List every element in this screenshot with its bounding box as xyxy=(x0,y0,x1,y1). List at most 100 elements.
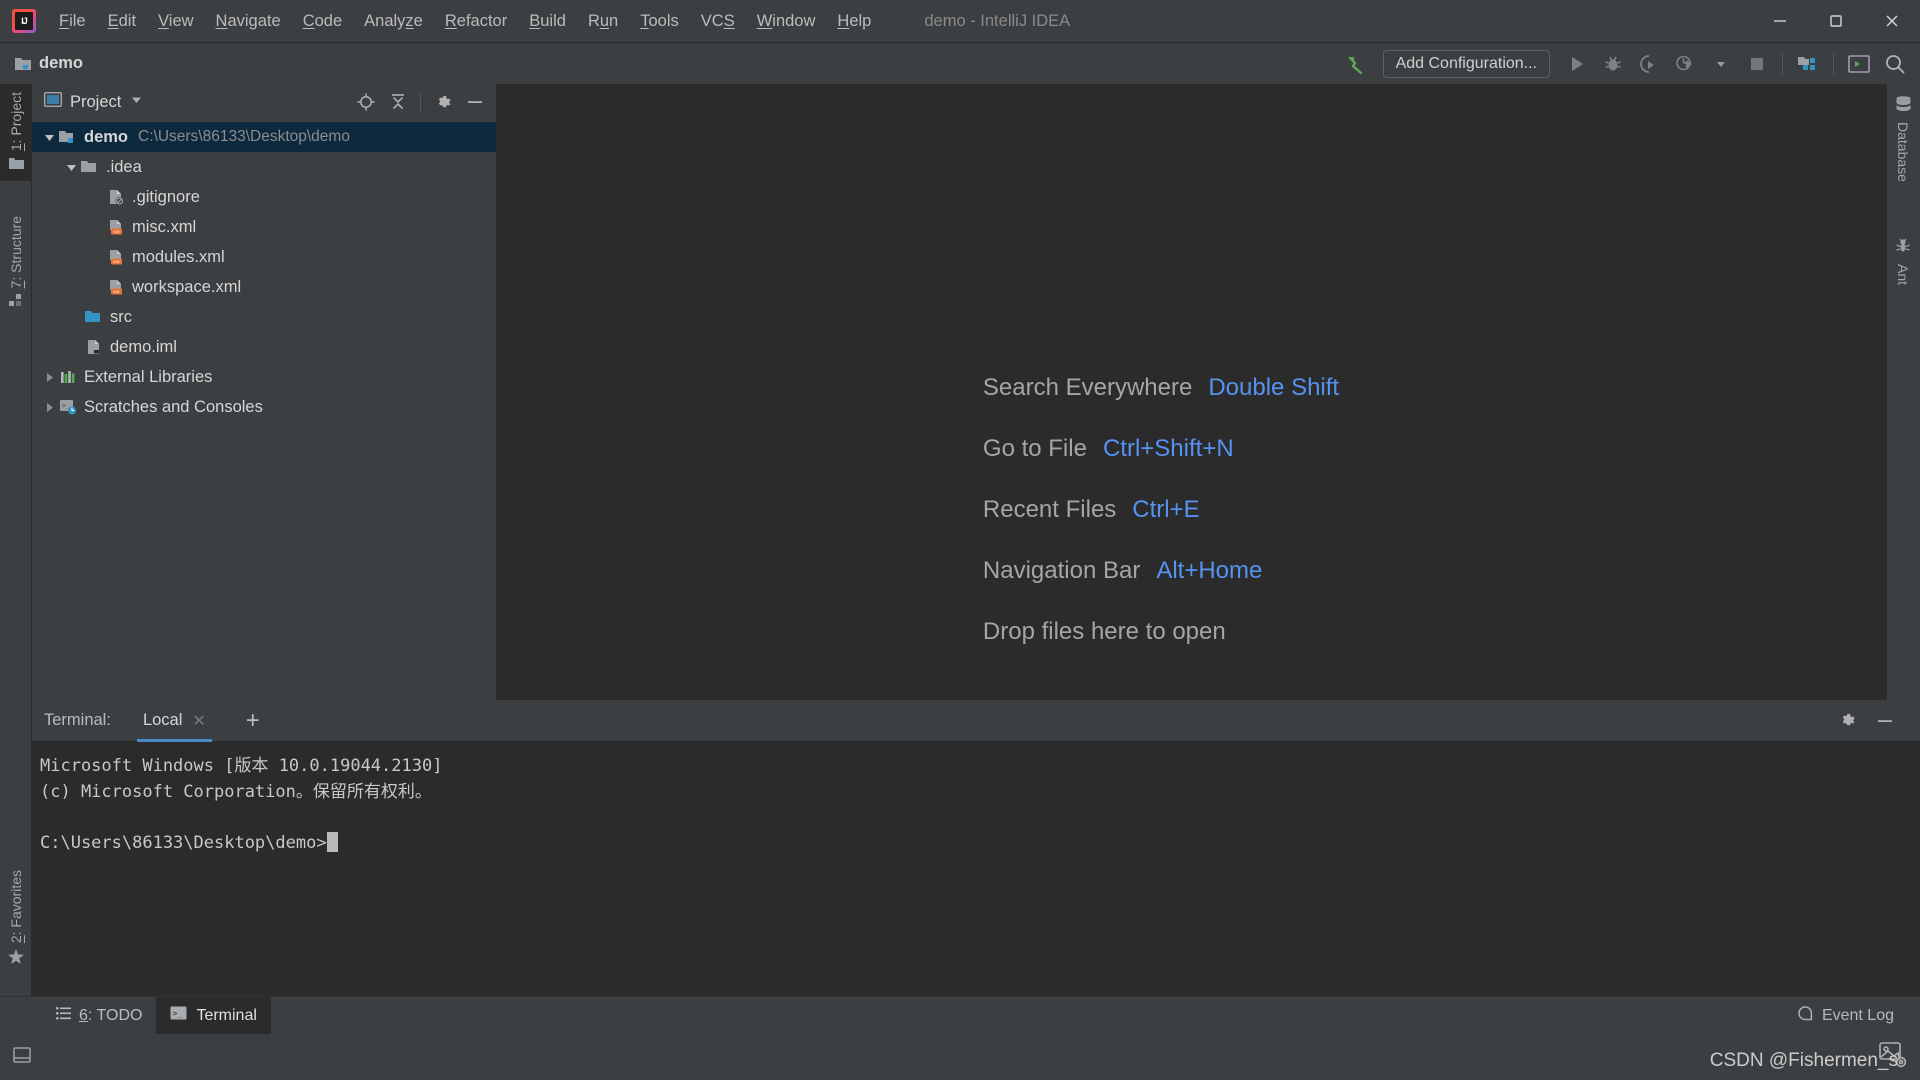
chevron-down-icon[interactable] xyxy=(130,93,143,111)
profile-icon[interactable] xyxy=(1668,47,1702,81)
menu-item-navigate[interactable]: Navigate xyxy=(205,8,292,35)
run-play-icon[interactable] xyxy=(1560,47,1594,81)
status-tab-terminal[interactable]: >_ Terminal xyxy=(156,996,271,1035)
debug-bug-icon[interactable] xyxy=(1596,47,1630,81)
welcome-label: Go to File xyxy=(982,435,1087,462)
tree-node-idea[interactable]: .idea xyxy=(32,152,496,182)
menu-item-code[interactable]: Code xyxy=(292,8,353,35)
welcome-label: Navigation Bar xyxy=(982,557,1141,584)
menu-item-analyze[interactable]: Analyze xyxy=(353,8,434,35)
run-with-coverage-icon[interactable] xyxy=(1632,47,1666,81)
twisty-right-icon[interactable] xyxy=(40,372,58,383)
welcome-shortcut-key: Ctrl+E xyxy=(1132,496,1200,523)
chevron-down-icon[interactable] xyxy=(1704,47,1738,81)
welcome-row-recent-files: Recent Files Ctrl+E xyxy=(983,496,1339,524)
plus-icon[interactable]: + xyxy=(238,708,268,733)
menu-item-view[interactable]: View xyxy=(147,8,204,35)
project-structure-icon[interactable] xyxy=(1791,47,1825,81)
welcome-label: Recent Files xyxy=(982,496,1117,523)
scratches-icon: >_ xyxy=(58,399,78,415)
layout-toggle-icon[interactable] xyxy=(12,1045,32,1070)
tree-node-external-libraries[interactable]: External Libraries xyxy=(32,362,496,392)
gear-icon[interactable] xyxy=(428,88,458,116)
gear-icon[interactable] xyxy=(1830,706,1864,736)
maximize-icon[interactable] xyxy=(1808,0,1864,42)
terminal-icon: >_ xyxy=(170,1006,188,1026)
tree-node-workspace-xml[interactable]: <> workspace.xml xyxy=(32,272,496,302)
source-folder-icon xyxy=(84,310,104,325)
xml-file-icon: <> xyxy=(106,279,126,296)
sidebar-item-project[interactable]: 1: Project xyxy=(0,84,32,182)
status-tab-todo[interactable]: 6: TODO xyxy=(42,997,156,1035)
search-icon[interactable] xyxy=(1878,47,1912,81)
tree-node-modules-xml[interactable]: <> modules.xml xyxy=(32,242,496,272)
add-configuration-button[interactable]: Add Configuration... xyxy=(1382,50,1550,78)
left-tool-window-bar: 1: Project 7: Structure 2: Favorites xyxy=(0,84,32,1044)
terminal-prompt-line: C:\Users\86133\Desktop\demo> xyxy=(40,831,1920,857)
editor-welcome-area: Search Everywhere Double Shift Go to Fil… xyxy=(496,84,1886,700)
sidebar-item-structure[interactable]: 7: Structure xyxy=(0,208,32,318)
hide-minimize-icon[interactable] xyxy=(1868,706,1902,736)
svg-text:<>: <> xyxy=(113,259,120,265)
svg-text:>_: >_ xyxy=(62,401,70,409)
build-hammer-icon[interactable] xyxy=(1339,47,1373,81)
project-panel-header: Project xyxy=(32,84,496,120)
tree-node-demo[interactable]: demo C:\Users\86133\Desktop\demo xyxy=(32,122,496,152)
menu-item-tools[interactable]: Tools xyxy=(629,8,690,35)
tree-node-label: modules.xml xyxy=(132,247,225,266)
tree-node-label: workspace.xml xyxy=(132,277,242,296)
hide-minimize-icon[interactable] xyxy=(460,88,490,116)
locate-target-icon[interactable] xyxy=(351,88,381,116)
menu-item-edit[interactable]: Edit xyxy=(97,8,147,35)
welcome-shortcut-key: Alt+Home xyxy=(1156,557,1263,584)
menu-item-vcs[interactable]: VCS xyxy=(690,8,746,35)
window-title: demo - IntelliJ IDEA xyxy=(924,11,1071,30)
event-log-icon xyxy=(1797,1005,1814,1027)
main-toolbar: demo Add Configuration... xyxy=(0,42,1920,84)
tree-node-label: src xyxy=(110,307,132,326)
terminal-tab-local[interactable]: Local ✕ xyxy=(133,700,216,742)
intellij-idea-window: File Edit View Navigate Code Analyze Ref… xyxy=(0,0,1920,1080)
event-log-button[interactable]: Event Log xyxy=(1797,1005,1894,1027)
toolbar-project-chip[interactable]: demo xyxy=(14,54,83,73)
tree-node-gitignore[interactable]: .gitignore xyxy=(32,182,496,212)
collapse-all-icon[interactable] xyxy=(383,88,413,116)
project-panel-actions xyxy=(351,88,490,116)
tree-node-demo-iml[interactable]: demo.iml xyxy=(32,332,496,362)
tree-node-src[interactable]: src xyxy=(32,302,496,332)
tree-node-misc-xml[interactable]: <> misc.xml xyxy=(32,212,496,242)
menu-item-help[interactable]: Help xyxy=(826,8,882,35)
libraries-icon xyxy=(58,370,78,385)
minimize-icon[interactable] xyxy=(1752,0,1808,42)
menu-item-file[interactable]: File xyxy=(48,8,97,35)
svg-text:<>: <> xyxy=(113,229,120,235)
menu-item-refactor[interactable]: Refactor xyxy=(434,8,518,35)
terminal-output[interactable]: Microsoft Windows [版本 10.0.19044.2130] (… xyxy=(32,742,1920,1024)
sidebar-item-ant[interactable]: Ant xyxy=(1886,230,1920,293)
close-icon[interactable] xyxy=(1864,0,1920,42)
tree-node-scratches-and-consoles[interactable]: >_ Scratches and Consoles xyxy=(32,392,496,422)
menu-item-run[interactable]: Run xyxy=(577,8,629,35)
toolbar-project-name: demo xyxy=(39,54,84,72)
twisty-right-icon[interactable] xyxy=(40,402,58,413)
menu-item-build[interactable]: Build xyxy=(518,8,577,35)
terminal-icon[interactable] xyxy=(1842,47,1876,81)
menu-item-window[interactable]: Window xyxy=(746,8,827,35)
event-log-label: Event Log xyxy=(1821,1006,1894,1024)
sidebar-item-favorites[interactable]: 2: Favorites xyxy=(0,862,32,975)
tree-node-label: misc.xml xyxy=(132,217,197,236)
sidebar-item-database[interactable]: Database xyxy=(1886,88,1920,190)
welcome-row-navigation-bar: Navigation Bar Alt+Home xyxy=(983,557,1339,585)
welcome-label: Search Everywhere xyxy=(982,374,1193,401)
twisty-down-icon[interactable] xyxy=(62,162,80,173)
stop-icon[interactable] xyxy=(1740,47,1774,81)
tree-node-label: demo xyxy=(84,127,129,146)
tree-node-label: Scratches and Consoles xyxy=(84,397,263,416)
twisty-down-icon[interactable] xyxy=(40,132,58,143)
welcome-row-search-everywhere: Search Everywhere Double Shift xyxy=(983,374,1339,402)
close-icon[interactable]: ✕ xyxy=(192,711,205,731)
terminal-tab-label: Local xyxy=(142,711,183,729)
project-tree: demo C:\Users\86133\Desktop\demo .idea .… xyxy=(32,120,496,700)
status-tab-label: Terminal xyxy=(196,1006,257,1024)
svg-text:>_: >_ xyxy=(173,1009,183,1018)
